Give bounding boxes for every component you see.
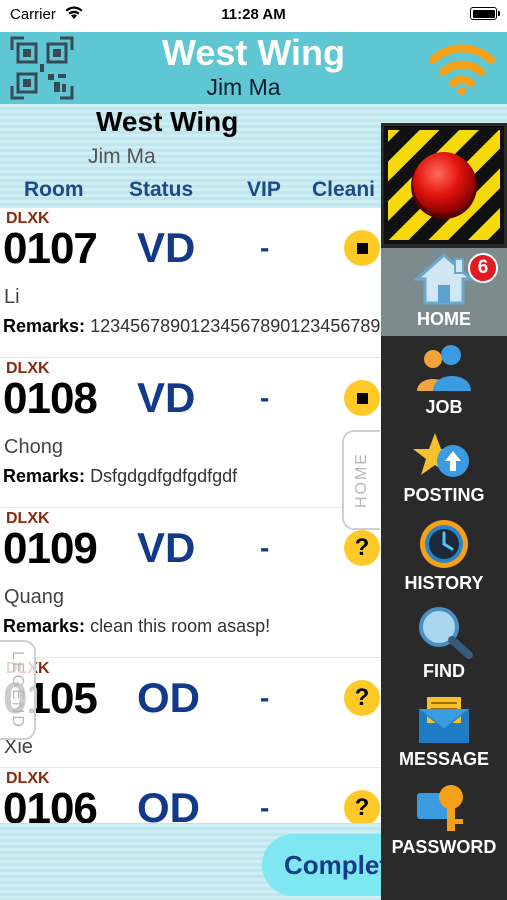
menu-find[interactable]: FIND <box>381 600 507 688</box>
cleaning-question-button[interactable]: ? <box>344 790 380 823</box>
cleaning-question-button[interactable]: ? <box>344 530 380 566</box>
star-upload-icon <box>413 433 469 477</box>
stop-icon <box>356 392 368 404</box>
room-card[interactable]: DLXK 0109 VD - ? Quang Remarks: clean th… <box>0 508 382 658</box>
clock-icon <box>420 520 468 568</box>
clock-time: 11:28 AM <box>221 6 286 23</box>
section-subtitle: Jim Ma <box>88 145 156 168</box>
remarks-label: Remarks: <box>3 616 86 636</box>
remarks-label: Remarks: <box>3 466 86 486</box>
room-vip: - <box>260 232 270 263</box>
room-status: OD <box>137 784 200 823</box>
column-vip: VIP <box>247 178 281 201</box>
app-header: West Wing Jim Ma <box>0 32 507 104</box>
people-icon <box>417 345 471 391</box>
question-icon: ? <box>354 684 370 711</box>
room-status: OD <box>137 674 200 721</box>
guest-name: Chong <box>4 436 63 458</box>
notification-badge: 6 <box>468 253 498 283</box>
room-vip: - <box>260 382 270 413</box>
room-status: VD <box>137 224 196 271</box>
menu-posting[interactable]: POSTING <box>381 424 507 512</box>
envelope-icon <box>418 697 470 743</box>
room-number: 0108 <box>3 374 98 423</box>
cleaning-stop-button[interactable] <box>344 230 380 266</box>
legend-side-tab[interactable]: LEGEND <box>0 640 36 740</box>
remarks-text: 123456789012345678901234567890 <box>90 316 382 336</box>
emergency-alarm-button[interactable] <box>384 126 504 244</box>
house-icon <box>413 252 475 305</box>
key-icon <box>417 785 463 831</box>
magnifier-icon <box>419 607 473 659</box>
question-icon: ? <box>354 534 370 561</box>
connection-wifi-icon <box>429 44 495 95</box>
home-side-tab[interactable]: HOME <box>342 430 380 530</box>
menu-find-label: FIND <box>423 661 465 681</box>
room-remarks: Remarks: Dsfgdgdfgdfgdfgdf <box>3 466 237 487</box>
menu-message-label: MESSAGE <box>398 749 490 769</box>
column-cleaning: Cleani <box>312 178 376 201</box>
room-number: 0106 <box>3 784 98 823</box>
room-card[interactable]: DLXK 0106 OD - ? <box>0 768 382 823</box>
room-card[interactable]: DLXK 0107 VD - Li Remarks: 1234567890123… <box>0 208 382 358</box>
room-status: VD <box>137 524 196 571</box>
stop-icon <box>356 242 368 254</box>
room-status: VD <box>137 374 196 421</box>
room-remarks: Remarks: clean this room asasp! <box>3 616 270 637</box>
menu-home-label: HOME <box>417 309 471 329</box>
menu-job[interactable]: JOB <box>381 336 507 424</box>
cleaning-question-button[interactable]: ? <box>344 680 380 716</box>
section-title: West Wing <box>96 106 239 137</box>
room-number: 0109 <box>3 524 98 573</box>
battery-icon <box>470 7 500 20</box>
room-card[interactable]: DLXK 0105 OD - ? Xie <box>0 658 382 768</box>
remarks-text: Dsfgdgdfgdfgdfgdf <box>90 466 238 486</box>
menu-message[interactable]: MESSAGE <box>381 688 507 776</box>
menu-posting-label: POSTING <box>403 485 485 505</box>
remarks-label: Remarks: <box>3 316 86 336</box>
column-room: Room <box>24 178 84 201</box>
status-bar: Carrier 11:28 AM <box>0 0 507 32</box>
room-remarks: Remarks: 123456789012345678901234567890 <box>3 316 382 337</box>
column-status: Status <box>129 178 194 201</box>
room-list[interactable]: DLXK 0107 VD - Li Remarks: 1234567890123… <box>0 208 382 823</box>
question-icon: ? <box>354 794 370 821</box>
room-vip: - <box>260 792 270 823</box>
guest-name: Quang <box>4 586 65 608</box>
menu-history-label: HISTORY <box>404 573 484 593</box>
room-card[interactable]: DLXK 0108 VD - Chong Remarks: Dsfgdgdfgd… <box>0 358 382 508</box>
menu-history[interactable]: HISTORY <box>381 512 507 600</box>
home-side-tab-label: HOME <box>353 452 370 508</box>
room-vip: - <box>260 682 270 713</box>
room-vip: - <box>260 532 270 563</box>
header-subtitle: Jim Ma <box>206 74 281 100</box>
room-number: 0107 <box>3 224 98 273</box>
guest-name: Li <box>4 286 20 308</box>
menu-password-label: PASSWORD <box>391 837 497 857</box>
legend-side-tab-label: LEGEND <box>9 651 27 729</box>
remarks-text: clean this room asasp! <box>90 616 271 636</box>
menu-password[interactable]: PASSWORD <box>381 776 507 864</box>
cleaning-stop-button[interactable] <box>344 380 380 416</box>
menu-job-label: JOB <box>425 397 463 417</box>
